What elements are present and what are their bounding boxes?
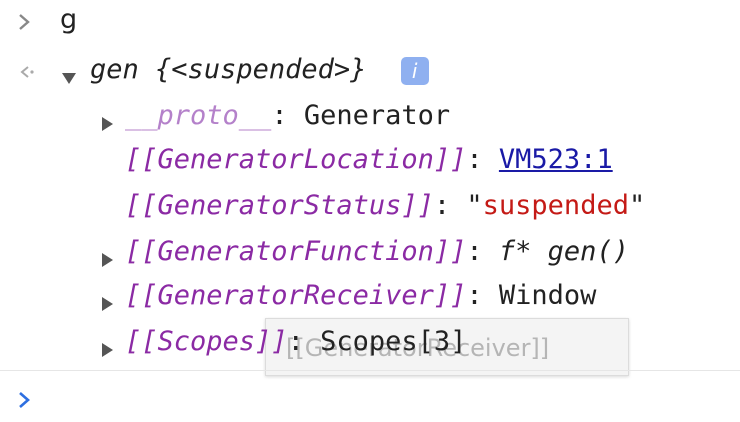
console-result-row[interactable]: gen {<suspended>} i xyxy=(0,50,740,94)
expand-triangle-icon[interactable] xyxy=(98,335,116,366)
property-separator: : xyxy=(287,326,304,357)
input-expression: g xyxy=(60,4,78,35)
property-separator: : xyxy=(271,100,288,131)
property-row-receiver[interactable]: [[GeneratorReceiver]]: Window xyxy=(0,276,740,320)
property-key: __proto__ xyxy=(125,100,272,131)
property-key: [[GeneratorReceiver]] xyxy=(125,280,467,311)
object-header[interactable]: gen {<suspended>} i xyxy=(90,54,429,85)
property-value: Window xyxy=(498,280,597,311)
property-row-function[interactable]: [[GeneratorFunction]]: f* gen() xyxy=(0,232,740,276)
property-key: [[GeneratorLocation]] xyxy=(125,144,467,175)
collapse-triangle-icon[interactable] xyxy=(60,63,78,94)
input-chevron-icon xyxy=(14,0,40,44)
object-state: {<suspended>} xyxy=(155,54,367,85)
source-location-link[interactable]: VM523:1 xyxy=(499,144,613,175)
property-separator: : xyxy=(466,144,483,175)
string-open-quote: " xyxy=(466,190,483,221)
expand-triangle-icon[interactable] xyxy=(98,289,116,320)
info-icon[interactable]: i xyxy=(400,57,429,85)
prompt-chevron-icon[interactable] xyxy=(14,378,40,422)
property-value: Scopes[3] xyxy=(320,326,467,357)
property-key: [[GeneratorStatus]] xyxy=(125,190,434,221)
console-input-row: g xyxy=(0,0,740,44)
property-separator: : xyxy=(433,190,451,221)
console-divider xyxy=(0,370,740,371)
object-name: gen xyxy=(90,54,139,85)
expand-triangle-icon[interactable] xyxy=(98,109,116,140)
string-close-quote: " xyxy=(628,190,646,221)
result-arrow-icon xyxy=(14,50,40,94)
property-row-location: [[GeneratorLocation]]: VM523:1 xyxy=(0,140,740,184)
property-row-status: [[GeneratorStatus]]: "suspended" xyxy=(0,186,740,230)
expand-triangle-icon[interactable] xyxy=(98,245,116,276)
property-separator: : xyxy=(466,280,483,311)
property-value-string: suspended xyxy=(482,190,629,221)
property-row-proto[interactable]: __proto__: Generator xyxy=(0,96,740,140)
console-prompt-row[interactable] xyxy=(0,378,740,422)
property-key: [[GeneratorFunction]] xyxy=(125,236,467,267)
property-row-scopes[interactable]: [[Scopes]]: Scopes[3] xyxy=(0,322,740,366)
property-key: [[Scopes]] xyxy=(125,326,288,357)
property-value: Generator xyxy=(303,100,451,131)
property-separator: : xyxy=(466,236,483,267)
property-value-function: f* gen() xyxy=(498,236,629,267)
